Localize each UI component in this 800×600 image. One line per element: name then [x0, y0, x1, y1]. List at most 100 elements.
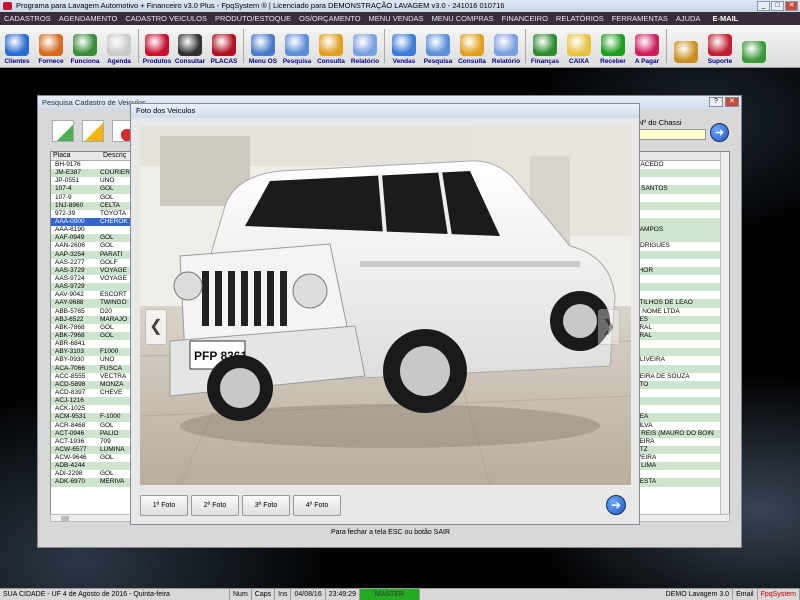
menu-item[interactable]: MENU COMPRAS: [432, 14, 494, 23]
next-photo-arrow[interactable]: ❯: [598, 309, 620, 345]
table-row[interactable]: A: [633, 194, 729, 202]
table-row[interactable]: [633, 234, 729, 243]
table-row[interactable]: STILHOS DE LEAO: [633, 299, 729, 308]
table-row[interactable]: REIRA DE SOUZA: [633, 373, 729, 381]
menu-item[interactable]: CADASTRO VEICULOS: [125, 14, 207, 23]
photo-4-button[interactable]: 4ª Foto: [293, 495, 341, 516]
table-row[interactable]: ACT-0946 PALIO: [51, 429, 139, 438]
table-row[interactable]: SILVA: [633, 422, 729, 430]
table-row[interactable]: RESTA: [633, 478, 729, 487]
close-button[interactable]: ✕: [785, 1, 798, 11]
new-record-icon[interactable]: [52, 120, 74, 142]
table-row[interactable]: CAMPOS: [633, 226, 729, 235]
table-row[interactable]: VEIRA: [633, 438, 729, 446]
toolbar-button[interactable]: Funciona: [68, 25, 102, 68]
table-row[interactable]: E: [633, 259, 729, 267]
table-row[interactable]: [633, 177, 729, 185]
table-row[interactable]: AAS-9724 VOYAGE: [51, 275, 139, 283]
menu-email[interactable]: E-MAIL: [712, 14, 738, 23]
table-row[interactable]: JM-E387 COURIER: [51, 169, 139, 178]
table-row[interactable]: ACR-8468 GOL: [51, 422, 139, 430]
table-row[interactable]: ADI-2298 GOL: [51, 470, 139, 478]
table-row[interactable]: ACJ-1216: [51, 397, 139, 406]
table-row[interactable]: ACD-5898 MONZA: [51, 380, 139, 389]
toolbar-button[interactable]: Relatório: [489, 25, 523, 68]
table-row[interactable]: AAS-3729 VOYAGE: [51, 266, 139, 275]
toolbar-button[interactable]: Consultar: [173, 25, 207, 68]
table-row[interactable]: ABY-0930 UNO: [51, 356, 139, 364]
toolbar-button[interactable]: [737, 25, 771, 68]
table-row[interactable]: AAA-8190: [51, 226, 139, 234]
table-row[interactable]: ACA-7066 FUSCA: [51, 364, 139, 373]
column-header-descricao[interactable]: Descriç: [101, 152, 126, 160]
email-status[interactable]: Email: [733, 589, 758, 600]
menu-item[interactable]: CADASTROS: [4, 14, 51, 23]
table-row[interactable]: AAN-2606 GOL: [51, 242, 139, 250]
menu-item[interactable]: AJUDA: [676, 14, 701, 23]
table-row[interactable]: S REIS (MAURO DO BOIN: [633, 429, 729, 438]
table-row[interactable]: ACW-9646 GOL: [51, 454, 139, 462]
menu-item[interactable]: PRODUTO/ESTOQUE: [215, 14, 291, 23]
table-row[interactable]: ABK-7868 GOL: [51, 324, 139, 332]
toolbar-button[interactable]: Pesquisa: [280, 25, 314, 68]
table-row[interactable]: AAS-9729: [51, 283, 139, 292]
table-row[interactable]: 107-4 GOL: [51, 185, 139, 194]
menu-item[interactable]: RELATÓRIOS: [556, 14, 604, 23]
table-row[interactable]: ADK-6970 MERIVA: [51, 478, 139, 487]
table-row[interactable]: IVEIRA: [633, 454, 729, 462]
photo-3-button[interactable]: 3ª Foto: [242, 495, 290, 516]
menu-item[interactable]: FINANCEIRO: [502, 14, 548, 23]
table-row[interactable]: A: [633, 201, 729, 210]
toolbar-button[interactable]: [669, 25, 703, 68]
toolbar-button[interactable]: Finanças: [528, 25, 562, 68]
previous-photo-arrow[interactable]: ❮: [145, 309, 167, 345]
toolbar-button[interactable]: Vendas: [387, 25, 421, 68]
modal-exit-button[interactable]: ➜: [606, 495, 626, 515]
maximize-button[interactable]: □: [771, 1, 784, 11]
table-row[interactable]: AAA-0000 CHEROK: [51, 217, 139, 227]
toolbar-button[interactable]: Consulta: [455, 25, 489, 68]
table-row[interactable]: 1NJ-8960 CELTA: [51, 201, 139, 210]
toolbar-button[interactable]: Receber: [596, 25, 630, 68]
table-row[interactable]: ABK-7968 GOL: [51, 331, 139, 341]
table-row[interactable]: REA: [633, 413, 729, 422]
help-button[interactable]: ?: [709, 97, 723, 107]
vehicle-grid[interactable]: Placa Descriç BH-9176 JM-E387 COURIER JP-05…: [50, 151, 140, 521]
table-row[interactable]: AAF-0949 GOL: [51, 234, 139, 243]
table-row[interactable]: ACW-6577 LUMINA: [51, 445, 139, 455]
table-row[interactable]: [633, 275, 729, 283]
table-row[interactable]: BH-9176: [51, 161, 139, 169]
photo-1-button[interactable]: 1ª Foto: [140, 495, 188, 516]
toolbar-button[interactable]: Suporte: [703, 25, 737, 68]
dialog-close-button[interactable]: ✕: [725, 97, 739, 107]
table-row[interactable]: S SANTOS: [633, 185, 729, 194]
table-row[interactable]: ABJ-6522 MARAJO: [51, 315, 139, 324]
photo-2-button[interactable]: 2ª Foto: [191, 495, 239, 516]
toolbar-button[interactable]: Clientes: [0, 25, 34, 68]
table-row[interactable]: ABY-3103 F1000: [51, 348, 139, 357]
toolbar-button[interactable]: Fornece: [34, 25, 68, 68]
table-row[interactable]: BRAL: [633, 331, 729, 341]
minimize-button[interactable]: _: [757, 1, 770, 11]
table-row[interactable]: JP-0551 UNO: [51, 177, 139, 185]
table-row[interactable]: ABB-5765 D20: [51, 308, 139, 316]
toolbar-button[interactable]: CAIXA: [562, 25, 596, 68]
table-row[interactable]: S: [633, 389, 729, 397]
table-row[interactable]: STO: [633, 380, 729, 389]
table-row[interactable]: ACC-8555 VECTRA: [51, 373, 139, 381]
table-row[interactable]: [633, 210, 729, 218]
table-row[interactable]: [633, 217, 729, 227]
table-row[interactable]: [633, 169, 729, 178]
table-row[interactable]: OLIVEIRA: [633, 356, 729, 364]
table-row[interactable]: [633, 470, 729, 478]
table-row[interactable]: 972-39 TOYOTA: [51, 210, 139, 218]
table-row[interactable]: E LIMA: [633, 462, 729, 471]
table-row[interactable]: MACEDO: [633, 161, 729, 169]
table-row[interactable]: ACK-1025: [51, 405, 139, 413]
table-row[interactable]: BRAL: [633, 324, 729, 332]
table-row[interactable]: ACD-8397 CHEVE: [51, 389, 139, 397]
toolbar-button[interactable]: Menu OS: [246, 25, 280, 68]
vertical-scrollbar[interactable]: [720, 152, 729, 520]
table-row[interactable]: ODRIGUES: [633, 242, 729, 250]
toolbar-button[interactable]: Relatório: [348, 25, 382, 68]
